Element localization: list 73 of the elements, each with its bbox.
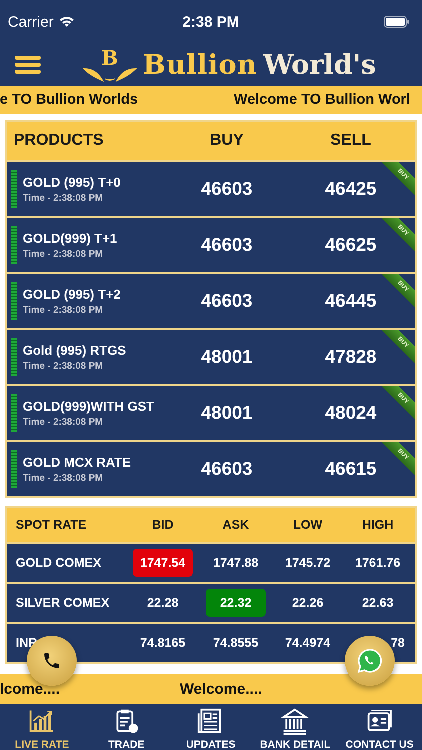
clock-time: 2:38 PM	[182, 14, 240, 30]
buy-price: 48001	[201, 402, 253, 424]
rate-value: 22.26	[291, 595, 325, 612]
sell-price: 47828	[325, 346, 377, 368]
sell-price: 46625	[325, 234, 377, 256]
menu-icon[interactable]	[15, 55, 41, 75]
product-name: GOLD(999)WITH GST	[23, 398, 154, 414]
column-header: ASK	[222, 518, 250, 532]
indicator-bar	[11, 394, 17, 432]
tab[interactable]: CONTACT US	[338, 704, 422, 750]
buy-price: 46603	[201, 458, 253, 480]
rate-value: 1747.54	[133, 549, 193, 577]
wings-icon	[83, 68, 137, 82]
rate-value: 74.4974	[284, 635, 332, 652]
tab[interactable]: TRADE	[84, 704, 169, 750]
rate-value: 22.28	[146, 595, 180, 612]
ticker-text: Welcome....	[180, 680, 262, 698]
wifi-icon	[58, 16, 75, 28]
update-time: Time - 2:38:08 PM	[23, 472, 104, 484]
tab[interactable]: BANK DETAIL	[253, 704, 338, 750]
tab[interactable]: UPDATES	[168, 704, 254, 750]
product-name: GOLD (995) T+2	[23, 286, 121, 302]
column-header: SELL	[330, 132, 372, 150]
ticker-text: lcome....	[0, 680, 60, 698]
column-header: BUY	[210, 132, 244, 150]
rate-value: 1747.88	[212, 555, 260, 572]
update-time: Time - 2:38:08 PM	[23, 304, 104, 316]
sell-price: 48024	[325, 402, 377, 424]
column-header: LOW	[293, 518, 323, 532]
sell-price: 46615	[325, 458, 377, 480]
bank-icon	[281, 708, 310, 736]
update-time: Time - 2:38:08 PM	[23, 248, 104, 260]
logo-text: World's	[263, 50, 376, 80]
product-name: Gold (995) RTGS	[23, 342, 126, 358]
indicator-bar	[11, 226, 17, 264]
update-time: Time - 2:38:08 PM	[23, 360, 104, 372]
ticker-text: e TO Bullion Worlds	[0, 92, 138, 108]
indicator-bar	[11, 170, 17, 208]
sell-price: 46425	[325, 178, 377, 200]
rate-name: GOLD COMEX	[15, 556, 102, 570]
product-name: GOLD(999) T+1	[23, 230, 118, 246]
indicator-bar	[11, 282, 17, 320]
rate-value: 74.8555	[212, 635, 260, 652]
sell-price: 46445	[325, 290, 377, 312]
indicator-bar	[11, 450, 17, 488]
buy-price: 46603	[201, 178, 253, 200]
battery-icon	[384, 16, 410, 28]
rate-value: 78	[391, 636, 406, 650]
buy-price: 48001	[201, 346, 253, 368]
logo-initial: B	[102, 48, 118, 68]
rate-name: SILVER COMEX	[15, 596, 110, 610]
update-time: Time - 2:38:08 PM	[23, 192, 104, 204]
column-header: HIGH	[362, 518, 394, 532]
buy-price: 46603	[201, 290, 253, 312]
logo-text: Bullion	[143, 50, 258, 80]
phone-icon	[42, 651, 62, 671]
indicator-bar	[11, 338, 17, 376]
tab[interactable]: LIVE RATE	[0, 704, 84, 750]
product-name: GOLD MCX RATE	[23, 454, 132, 470]
rate-value: 22.63	[361, 595, 395, 612]
column-header: SPOT RATE	[15, 518, 87, 532]
rate-value: 74.8165	[139, 635, 187, 652]
update-time: Time - 2:38:08 PM	[23, 416, 104, 428]
product-name: GOLD (995) T+0	[23, 174, 121, 190]
rate-value: 22.32	[206, 589, 266, 617]
column-header: BID	[152, 518, 174, 532]
column-header: PRODUCTS	[13, 132, 104, 150]
ticker-text: Welcome TO Bullion Worl	[234, 92, 410, 108]
carrier-name: Carrier	[8, 14, 54, 30]
buy-price: 46603	[201, 234, 253, 256]
chat-bubble-icon	[357, 648, 383, 674]
rate-value: 1761.76	[354, 555, 402, 572]
rate-value: 1745.72	[284, 555, 332, 572]
